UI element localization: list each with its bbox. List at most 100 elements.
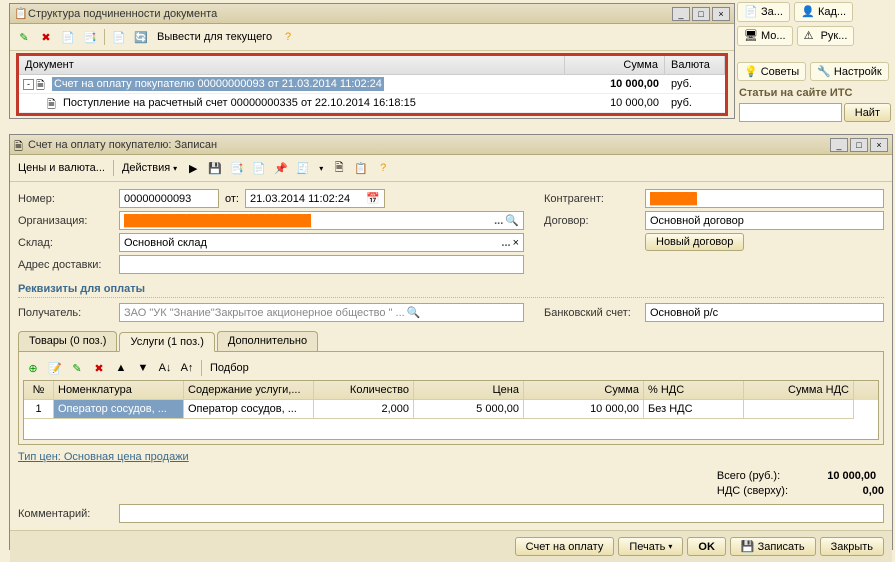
copy-icon[interactable]: 📄 <box>58 27 78 47</box>
prices-currency-button[interactable]: Цены и валюта... <box>14 162 109 174</box>
its-search-input[interactable] <box>739 103 842 122</box>
bottom-toolbar: Счет на оплату Печать▾ OK 💾Записать Закр… <box>10 530 892 562</box>
close-button[interactable]: × <box>870 138 888 152</box>
edit-icon[interactable]: ✎ <box>67 358 87 378</box>
price-type-link[interactable]: Тип цен: Основная цена продажи <box>18 451 189 463</box>
col-sum[interactable]: Сумма <box>565 56 665 74</box>
tree-row-text: Счет на оплату покупателю 00000000093 от… <box>52 77 384 91</box>
side-tips[interactable]: 💡Советы <box>737 62 806 81</box>
sklad-input[interactable]: Основной склад...× <box>119 233 524 252</box>
tree-row[interactable]: - 🗎 Счет на оплату покупателю 0000000009… <box>19 75 725 94</box>
tree-icon[interactable]: 📋 <box>351 158 371 178</box>
ok-button[interactable]: OK <box>687 537 726 556</box>
search-icon[interactable]: 🔍 <box>505 214 519 227</box>
org-input[interactable]: ████████████████████████...🔍 <box>119 211 524 230</box>
date-label: от: <box>225 193 239 205</box>
side-btn-mo[interactable]: 🖥Мо... <box>737 26 793 46</box>
minimize-button[interactable]: _ <box>672 7 690 21</box>
maximize-button[interactable]: □ <box>850 138 868 152</box>
poluch-input[interactable]: ЗАО "УК "Знание"Закрытое акционерное общ… <box>119 303 524 322</box>
delete-icon[interactable]: ✖ <box>36 27 56 47</box>
sort-asc-icon[interactable]: A↓ <box>155 358 175 378</box>
up-icon[interactable]: ▲ <box>111 358 131 378</box>
edit-icon[interactable]: ✎ <box>14 27 34 47</box>
total-value: 10 000,00 <box>786 470 876 482</box>
col-cena[interactable]: Цена <box>414 381 524 400</box>
date-input[interactable]: 21.03.2014 11:02:24📅 <box>245 189 385 208</box>
number-input[interactable]: 00000000093 <box>119 189 219 208</box>
col-kol[interactable]: Количество <box>314 381 414 400</box>
save-icon[interactable]: 💾 <box>205 158 225 178</box>
structure-tree: Документ Сумма Валюта - 🗎 Счет на оплату… <box>16 53 728 116</box>
close-button[interactable]: Закрыть <box>820 537 884 556</box>
attach-icon[interactable]: 📌 <box>271 158 291 178</box>
copy-icon[interactable]: 📑 <box>227 158 247 178</box>
calendar-icon[interactable]: 📅 <box>366 192 380 205</box>
ellipsis-icon[interactable]: ... <box>494 215 503 227</box>
invoice-print-button[interactable]: Счет на оплату <box>515 537 615 556</box>
copy2-icon[interactable]: 📑 <box>80 27 100 47</box>
cell-nom[interactable]: Оператор сосудов, ... <box>54 400 184 419</box>
side-settings[interactable]: 🔧Настройк <box>810 62 889 81</box>
dt-icon[interactable]: 🧾 <box>293 158 313 178</box>
sort-desc-icon[interactable]: A↑ <box>177 358 197 378</box>
col-nds[interactable]: % НДС <box>644 381 744 400</box>
actions-button[interactable]: Действия▾ <box>118 162 181 174</box>
output-current-button[interactable]: Вывести для текущего <box>153 31 276 43</box>
print-button[interactable]: Печать▾ <box>618 537 683 556</box>
comment-input[interactable] <box>119 504 884 523</box>
refresh-icon[interactable]: 🔄 <box>131 27 151 47</box>
help-icon[interactable]: ? <box>278 27 298 47</box>
col-n[interactable]: № <box>24 381 54 400</box>
close-button[interactable]: × <box>712 7 730 21</box>
post-icon[interactable]: ▶ <box>183 158 203 178</box>
print-icon[interactable]: 📄 <box>249 158 269 178</box>
doc-icon[interactable]: 📄 <box>109 27 129 47</box>
kontr-input[interactable]: ██████ <box>645 189 884 208</box>
list-icon[interactable]: 🗎 <box>329 158 349 178</box>
help-icon[interactable]: ? <box>373 158 393 178</box>
tab-tovary[interactable]: Товары (0 поз.) <box>18 331 117 351</box>
maximize-button[interactable]: □ <box>692 7 710 21</box>
tab-uslugi[interactable]: Услуги (1 поз.) <box>119 332 214 352</box>
col-snds[interactable]: Сумма НДС <box>744 381 854 400</box>
doc-icon: 📄 <box>744 5 758 19</box>
tab-content: ⊕ 📝 ✎ ✖ ▲ ▼ A↓ A↑ Подбор № Номенклатура … <box>18 351 884 445</box>
col-sod[interactable]: Содержание услуги,... <box>184 381 314 400</box>
clear-icon[interactable]: × <box>513 237 519 249</box>
side-btn-za[interactable]: 📄За... <box>737 2 790 22</box>
save-button[interactable]: 💾Записать <box>730 537 816 556</box>
invoice-icon: 🗎 <box>36 77 50 91</box>
collapse-icon[interactable]: - <box>23 79 34 90</box>
col-currency[interactable]: Валюта <box>665 56 725 74</box>
col-nom[interactable]: Номенклатура <box>54 381 184 400</box>
ellipsis-icon[interactable]: ... <box>501 237 510 249</box>
minimize-button[interactable]: _ <box>830 138 848 152</box>
more-dd[interactable]: ▾ <box>315 164 327 173</box>
down-icon[interactable]: ▼ <box>133 358 153 378</box>
add-copy-icon[interactable]: 📝 <box>45 358 65 378</box>
cell-sum: 10 000,00 <box>524 400 644 419</box>
delete-icon[interactable]: ✖ <box>89 358 109 378</box>
poluch-label: Получатель: <box>18 307 113 319</box>
adres-input[interactable] <box>119 255 524 274</box>
podbor-button[interactable]: Подбор <box>206 362 253 374</box>
grid-row[interactable]: 1 Оператор сосудов, ... Оператор сосудов… <box>24 400 878 419</box>
new-contract-button[interactable]: Новый договор <box>645 233 744 251</box>
bank-input[interactable]: Основной р/с <box>645 303 884 322</box>
col-document[interactable]: Документ <box>19 56 565 74</box>
side-btn-ruk[interactable]: ⚠Рук... <box>797 26 855 46</box>
side-btn-kad[interactable]: 👤Кад... <box>794 2 853 22</box>
tab-dop[interactable]: Дополнительно <box>217 331 318 351</box>
nds-label: НДС (сверху): <box>717 485 788 497</box>
add-icon[interactable]: ⊕ <box>23 358 43 378</box>
col-sum[interactable]: Сумма <box>524 381 644 400</box>
its-find-button[interactable]: Найт <box>844 103 891 122</box>
search-icon[interactable]: 🔍 <box>407 306 421 319</box>
cell-n: 1 <box>24 400 54 419</box>
dog-input[interactable]: Основной договор <box>645 211 884 230</box>
invoice-toolbar: Цены и валюта... Действия▾ ▶ 💾 📑 📄 📌 🧾 ▾… <box>10 155 892 182</box>
tree-icon: 📋 <box>14 7 28 21</box>
kontr-label: Контрагент: <box>544 193 639 205</box>
tree-row[interactable]: 🗎 Поступление на расчетный счет 00000000… <box>19 94 725 113</box>
